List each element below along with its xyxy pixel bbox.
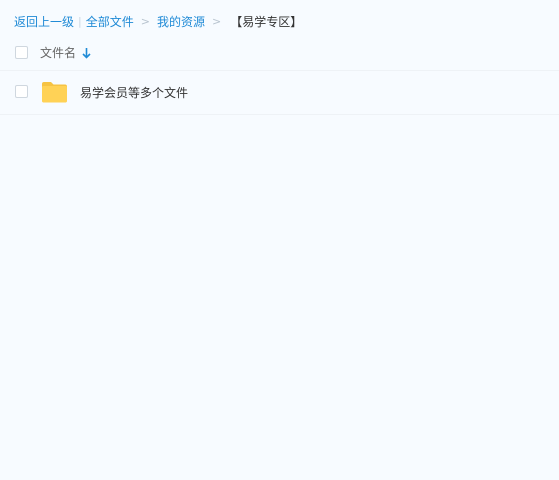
breadcrumb-arrow: > [140, 14, 150, 28]
file-list-header: 文件名 [0, 40, 559, 71]
file-name[interactable]: 易学会员等多个文件 [80, 84, 188, 101]
folder-icon [41, 81, 68, 103]
breadcrumb-separator: | [78, 14, 82, 28]
row-checkbox[interactable] [15, 85, 28, 98]
select-all-checkbox[interactable] [15, 46, 28, 59]
back-link[interactable]: 返回上一级 [14, 13, 74, 30]
breadcrumb-all-files[interactable]: 全部文件 [86, 13, 134, 30]
breadcrumb: 返回上一级 | 全部文件 > 我的资源 > 【易学专区】 [14, 12, 302, 30]
breadcrumb-my-resources[interactable]: 我的资源 [157, 13, 205, 30]
sort-down-arrow-icon [82, 47, 91, 59]
breadcrumb-current: 【易学专区】 [230, 14, 303, 29]
breadcrumb-arrow: > [211, 14, 222, 28]
column-header-filename[interactable]: 文件名 [40, 44, 91, 61]
column-header-label: 文件名 [40, 46, 77, 60]
table-row[interactable]: 易学会员等多个文件 [0, 71, 559, 115]
